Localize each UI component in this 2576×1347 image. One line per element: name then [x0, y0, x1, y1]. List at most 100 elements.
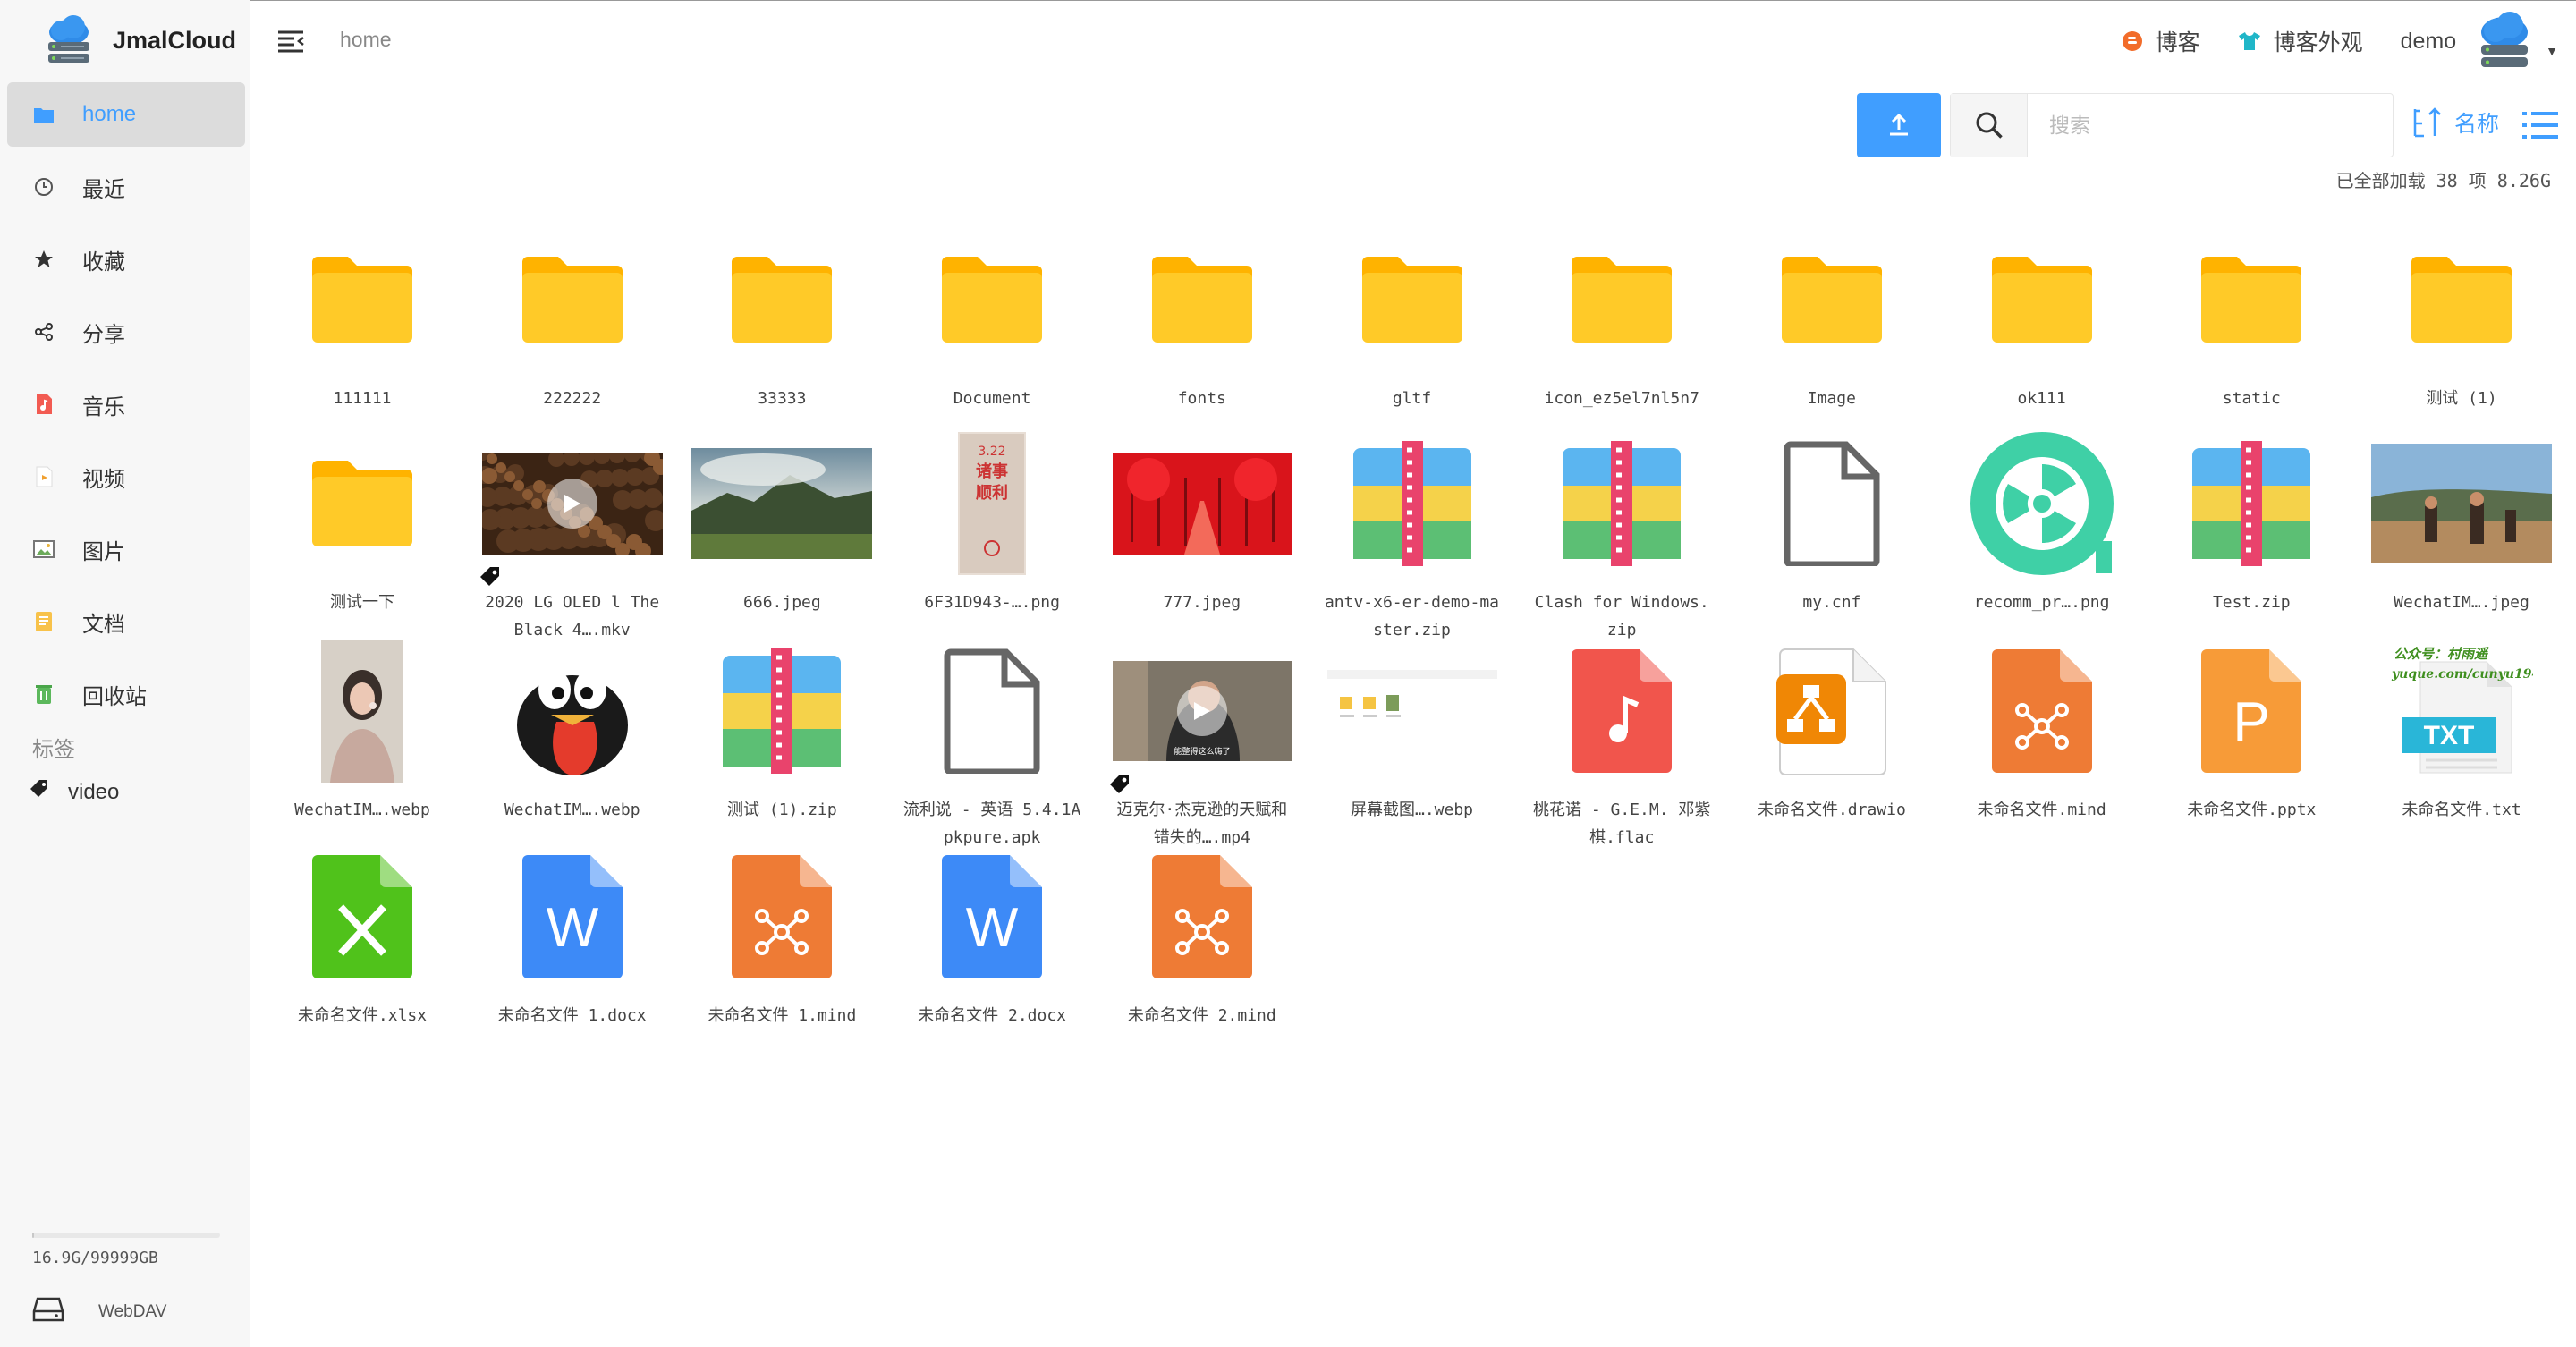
sidebar-item-share[interactable]: 分享	[7, 300, 245, 364]
file-item[interactable]: Clash for Windows.zip	[1528, 419, 1716, 644]
sidebar-item-label: 回收站	[82, 684, 147, 709]
mindmap-file-icon	[688, 832, 876, 1002]
file-item[interactable]: 未命名文件 2.mind	[1108, 832, 1296, 1029]
file-item[interactable]: 流利说 - 英语 5.4.1Apkpure.apk	[898, 626, 1086, 851]
file-item[interactable]: 公众号：村雨遥 yuque.com/cunyu1943 TXT 未命名文件.txt	[2368, 626, 2555, 824]
zip-file-icon	[688, 626, 876, 796]
file-name: 111111	[333, 389, 392, 408]
file-item[interactable]: my.cnf	[1738, 419, 1926, 616]
file-name: 屏幕截图….webp	[1350, 801, 1474, 819]
file-item[interactable]: 未命名文件.drawio	[1738, 626, 1926, 824]
sidebar-item-documents[interactable]: 文档	[7, 589, 245, 654]
play-icon[interactable]	[547, 479, 597, 529]
file-item[interactable]: 未命名文件.xlsx	[268, 832, 456, 1029]
folder-icon	[32, 103, 55, 126]
file-item[interactable]: 777.jpeg	[1108, 419, 1296, 616]
file-item[interactable]: Document	[898, 215, 1086, 412]
file-item[interactable]: 111111	[268, 215, 456, 412]
play-icon[interactable]	[1176, 686, 1227, 736]
file-item[interactable]: WechatIM….jpeg	[2368, 419, 2555, 616]
breadcrumb[interactable]: home	[340, 28, 392, 52]
cloud-server-logo-icon	[48, 15, 89, 63]
file-item[interactable]: 测试一下	[268, 419, 456, 616]
mindmap-file-icon	[1108, 832, 1296, 1002]
file-item[interactable]: 未命名文件 1.mind	[688, 832, 876, 1029]
file-item[interactable]: 测试 (1)	[2368, 215, 2555, 412]
sidebar-item-trash[interactable]: 回收站	[7, 662, 245, 726]
sort-by-name-button[interactable]: 名称	[2411, 106, 2499, 140]
file-item[interactable]: W 未命名文件 1.docx	[479, 832, 666, 1029]
file-item[interactable]: 测试 (1).zip	[688, 626, 876, 824]
blog-appearance-link[interactable]: 博客外观	[2238, 25, 2363, 57]
brand[interactable]: JmalCloud	[41, 11, 236, 70]
search-button[interactable]	[1951, 94, 2028, 157]
menu-toggle-icon[interactable]	[275, 26, 306, 56]
blog-link-label: 博客	[2155, 30, 2200, 55]
star-icon	[32, 248, 55, 271]
share-icon	[32, 320, 55, 343]
file-item[interactable]: fonts	[1108, 215, 1296, 412]
app-name: JmalCloud	[113, 26, 237, 54]
powerpoint-file-icon: P	[2157, 626, 2345, 796]
sidebar-item-video[interactable]: 视频	[7, 445, 245, 509]
sidebar-item-music[interactable]: 音乐	[7, 372, 245, 436]
upload-button[interactable]	[1857, 93, 1941, 157]
webdav-button[interactable]: WebDAV	[32, 1297, 166, 1327]
file-name: 桃花诺 - G.E.M. 邓紫棋.flac	[1533, 801, 1711, 847]
search-input[interactable]	[2028, 94, 2393, 157]
file-name: 未命名文件.drawio	[1757, 801, 1906, 819]
file-item[interactable]: 666.jpeg	[688, 419, 876, 616]
file-item[interactable]: icon_ez5el7nl5n7	[1528, 215, 1716, 412]
chevron-down-icon[interactable]: ▼	[2546, 44, 2558, 58]
user-name[interactable]: demo	[2401, 29, 2457, 55]
file-item[interactable]: Image	[1738, 215, 1926, 412]
file-name: gltf	[1392, 389, 1432, 408]
file-item[interactable]: 能整得这么嗨了 迈克尔·杰克逊的天赋和错失的….mp4	[1108, 626, 1296, 851]
file-item[interactable]: WechatIM….webp	[268, 626, 456, 824]
sort-label: 名称	[2454, 112, 2500, 137]
file-item[interactable]: Test.zip	[2157, 419, 2345, 616]
file-item[interactable]: 222222	[479, 215, 666, 412]
image-thumbnail: 3.22 诸事 顺利	[898, 419, 1086, 589]
music-icon	[32, 393, 55, 416]
file-name: 测试 (1).zip	[727, 801, 837, 819]
tag-icon	[29, 778, 50, 806]
file-item[interactable]: W 未命名文件 2.docx	[898, 832, 1086, 1029]
file-item[interactable]: antv-x6-er-demo-master.zip	[1318, 419, 1506, 644]
file-item[interactable]: static	[2157, 215, 2345, 412]
sidebar-item-images[interactable]: 图片	[7, 517, 245, 581]
folder-icon	[1948, 215, 2136, 385]
file-item[interactable]: gltf	[1318, 215, 1506, 412]
file-name: 未命名文件 1.mind	[708, 1006, 857, 1025]
file-item[interactable]: recomm_pr….png	[1948, 419, 2136, 616]
zip-file-icon	[1528, 419, 1716, 589]
sidebar-tag-video[interactable]: video	[29, 778, 119, 806]
file-item[interactable]: 屏幕截图….webp	[1318, 626, 1506, 824]
file-item[interactable]: 3.22 诸事 顺利 6F31D943-….png	[898, 419, 1086, 616]
avatar[interactable]	[2472, 9, 2537, 73]
folder-icon	[1318, 215, 1506, 385]
file-item[interactable]: 33333	[688, 215, 876, 412]
svg-text:公众号：村雨遥: 公众号：村雨遥	[2394, 646, 2490, 662]
sidebar-item-favorites[interactable]: 收藏	[7, 227, 245, 292]
file-item[interactable]: ok111	[1948, 215, 2136, 412]
file-item[interactable]: WechatIM….webp	[479, 626, 666, 824]
file-name: 33333	[758, 389, 807, 408]
file-item[interactable]: P 未命名文件.pptx	[2157, 626, 2345, 824]
file-name: 6F31D943-….png	[924, 593, 1060, 612]
video-thumbnail: 能整得这么嗨了	[1108, 626, 1296, 796]
svg-text:能整得这么嗨了: 能整得这么嗨了	[1174, 746, 1230, 757]
folder-icon	[688, 215, 876, 385]
file-name: ok111	[2017, 389, 2066, 408]
file-item[interactable]: 2020 LG OLED l The Black 4….mkv	[479, 419, 666, 644]
svg-text:yuque.com/cunyu1943: yuque.com/cunyu1943	[2391, 667, 2533, 682]
list-view-icon[interactable]	[2521, 107, 2560, 143]
file-item[interactable]: 桃花诺 - G.E.M. 邓紫棋.flac	[1528, 626, 1716, 851]
sidebar-item-home[interactable]: home	[7, 82, 245, 147]
file-item[interactable]: 未命名文件.mind	[1948, 626, 2136, 824]
svg-text:TXT: TXT	[2424, 721, 2475, 750]
sidebar-item-label: 最近	[82, 177, 125, 202]
tshirt-icon	[2238, 32, 2260, 50]
sidebar-item-recent[interactable]: 最近	[7, 155, 245, 219]
blog-link[interactable]: 博客	[2122, 25, 2200, 57]
